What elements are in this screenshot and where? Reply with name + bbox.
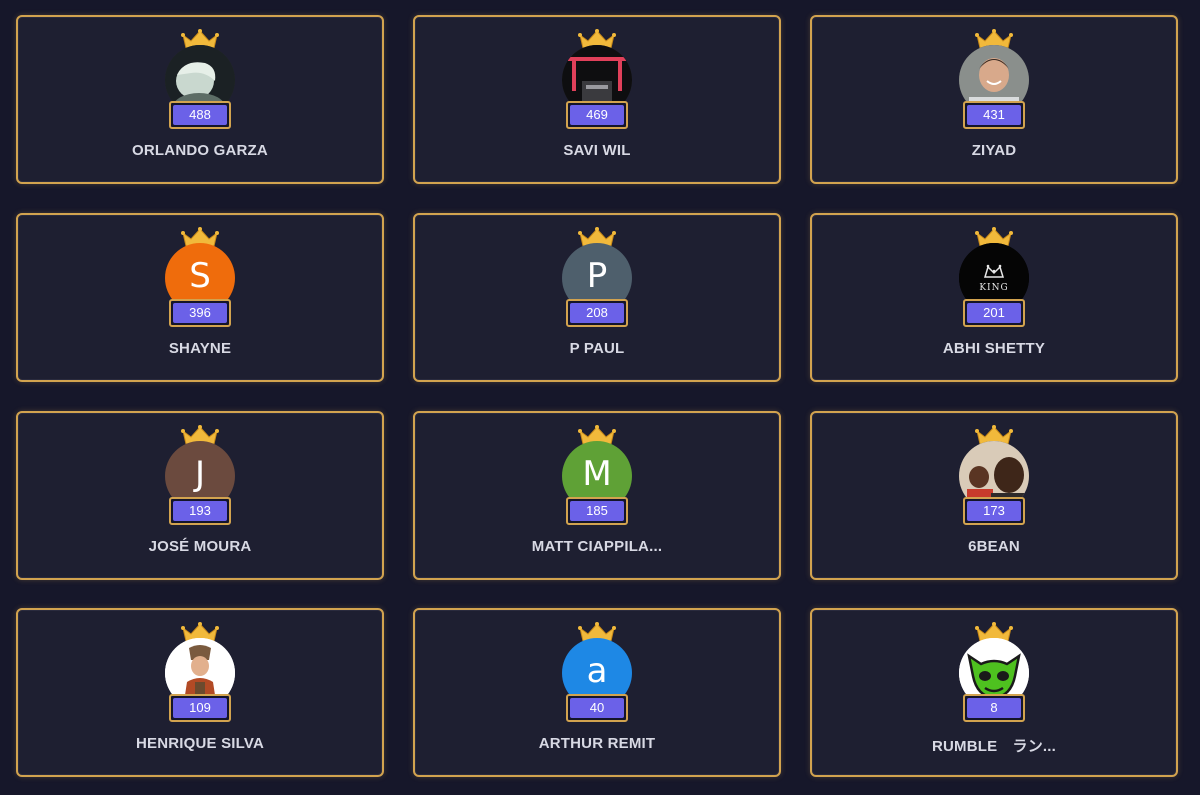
player-card[interactable]: 431 ZIYAD xyxy=(810,15,1178,184)
player-name: ARTHUR REMIT xyxy=(538,735,656,752)
player-card[interactable]: J 193 JOSÉ MOURA xyxy=(16,411,384,580)
player-card[interactable]: P 208 P PAUL xyxy=(413,213,781,382)
player-name: P PAUL xyxy=(569,340,625,357)
player-name: MATT CIAPPILA... xyxy=(531,538,663,555)
score-value: 193 xyxy=(173,501,227,521)
score-value: 488 xyxy=(173,105,227,125)
player-card[interactable]: 173 6BEAN xyxy=(810,411,1178,580)
score-badge: 208 xyxy=(566,299,628,327)
player-card[interactable]: S 396 SHAYNE xyxy=(16,213,384,382)
score-value: 40 xyxy=(570,698,624,718)
score-badge: 431 xyxy=(963,101,1025,129)
score-badge: 109 xyxy=(169,694,231,722)
player-card[interactable]: M 185 MATT CIAPPILA... xyxy=(413,411,781,580)
score-value: 201 xyxy=(967,303,1021,323)
score-value: 185 xyxy=(570,501,624,521)
player-card[interactable]: 488 ORLANDO GARZA xyxy=(16,15,384,184)
score-badge: 201 xyxy=(963,299,1025,327)
score-badge: 40 xyxy=(566,694,628,722)
score-value: 173 xyxy=(967,501,1021,521)
player-name: HENRIQUE SILVA xyxy=(135,735,265,752)
score-badge: 8 xyxy=(963,694,1025,722)
score-value: 109 xyxy=(173,698,227,718)
player-card[interactable]: 8 RUMBLE ラン... xyxy=(810,608,1178,777)
king-logo-text: KING xyxy=(979,283,1009,293)
player-card[interactable]: a 40 ARTHUR REMIT xyxy=(413,608,781,777)
score-badge: 193 xyxy=(169,497,231,525)
player-name: ZIYAD xyxy=(971,142,1017,159)
leaderboard-grid: 488 ORLANDO GARZA 469 SAVI WIL 431 ZIYAD… xyxy=(0,0,1200,795)
player-name: ABHI SHETTY xyxy=(942,340,1046,357)
score-badge: 173 xyxy=(963,497,1025,525)
score-badge: 469 xyxy=(566,101,628,129)
player-card[interactable]: KING 201 ABHI SHETTY xyxy=(810,213,1178,382)
player-card[interactable]: 469 SAVI WIL xyxy=(413,15,781,184)
player-card[interactable]: 109 HENRIQUE SILVA xyxy=(16,608,384,777)
score-badge: 396 xyxy=(169,299,231,327)
score-value: 431 xyxy=(967,105,1021,125)
player-name: 6BEAN xyxy=(968,538,1020,555)
player-name: SAVI WIL xyxy=(563,142,631,159)
score-value: 8 xyxy=(967,698,1021,718)
score-value: 469 xyxy=(570,105,624,125)
player-name: RUMBLE ラン... xyxy=(931,738,1057,755)
score-value: 396 xyxy=(173,303,227,323)
score-badge: 185 xyxy=(566,497,628,525)
score-badge: 488 xyxy=(169,101,231,129)
score-value: 208 xyxy=(570,303,624,323)
player-name: ORLANDO GARZA xyxy=(132,142,268,159)
player-name: JOSÉ MOURA xyxy=(148,538,252,555)
player-name: SHAYNE xyxy=(168,340,232,357)
